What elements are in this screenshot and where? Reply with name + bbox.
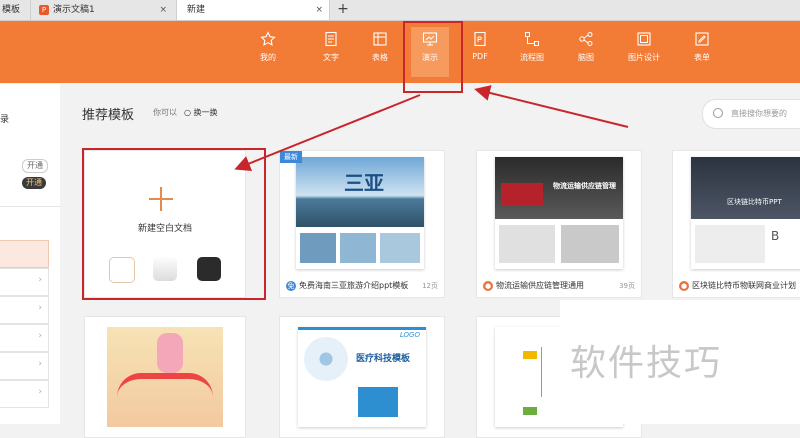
thumbnail-title: 三亚 bbox=[344, 171, 384, 195]
thumbnail-title: 物流运输供应链管理 bbox=[553, 182, 616, 190]
sidebar-item[interactable] bbox=[0, 240, 49, 268]
page-title: 推荐模板 bbox=[82, 108, 135, 123]
chevron-right-icon: › bbox=[38, 275, 42, 285]
annotation-arrow bbox=[474, 85, 629, 128]
tool-mindmap[interactable]: 脑图 bbox=[561, 31, 611, 63]
sidebar-item[interactable]: › bbox=[0, 296, 49, 324]
template-caption: 免免费海南三亚旅游介绍ppt模板 bbox=[286, 280, 408, 291]
watermark: 软件技巧 bbox=[560, 300, 800, 424]
thumbnail-logo: LOGO bbox=[399, 331, 420, 339]
image-design-icon bbox=[637, 32, 651, 46]
activate-badge[interactable]: 开通 bbox=[22, 159, 48, 173]
page-count: 12页 bbox=[422, 282, 438, 290]
close-icon[interactable]: × bbox=[315, 0, 323, 20]
chevron-right-icon: › bbox=[38, 303, 42, 313]
divider bbox=[0, 206, 60, 207]
writer-doc-icon bbox=[325, 31, 337, 47]
refresh-button[interactable]: ○ 换一换 bbox=[184, 107, 218, 118]
thumbnail-title: 医疗科技模板 bbox=[356, 354, 411, 364]
close-icon[interactable]: × bbox=[159, 0, 167, 20]
chevron-right-icon: › bbox=[38, 331, 42, 341]
sidebar-item[interactable]: › bbox=[0, 352, 49, 380]
template-title: 免费海南三亚旅游介绍ppt模板 bbox=[299, 281, 409, 290]
tool-form[interactable]: 表单 bbox=[677, 31, 727, 63]
refresh-label: 换一换 bbox=[193, 108, 218, 117]
tool-label: 流程图 bbox=[520, 53, 544, 62]
tab-bar: 模板 P 演示文稿1 × 新建 × + bbox=[0, 0, 800, 21]
template-thumbnail: LOGO 医疗科技模板 bbox=[298, 327, 426, 427]
template-caption: ● 区块链比特币物联网商业计划 bbox=[679, 280, 796, 291]
tool-label: 我的 bbox=[260, 53, 276, 62]
tool-image-design[interactable]: 图片设计 bbox=[619, 31, 669, 63]
app-type-ribbon: 我的 文字 表格 演示 PDF 流程图 脑图 图片设计 表单 bbox=[0, 21, 800, 83]
page-count: 39页 bbox=[619, 282, 635, 290]
form-icon bbox=[695, 32, 709, 46]
search-icon bbox=[713, 108, 723, 118]
presentation-file-icon: P bbox=[39, 4, 49, 15]
tool-label: 文字 bbox=[323, 53, 339, 62]
tool-spreadsheet[interactable]: 表格 bbox=[355, 31, 405, 63]
thumbnail-title: 区块链比特币PPT bbox=[727, 198, 782, 206]
tab-new[interactable]: 新建 × bbox=[176, 0, 330, 20]
template-card[interactable]: 区块链比特币PPT B ● 区块链比特币物联网商业计划 bbox=[672, 150, 800, 298]
new-tab-button[interactable]: + bbox=[334, 0, 352, 20]
template-card[interactable]: 物流运输供应链管理 ● 物流运输供应链管理通用 39页 bbox=[476, 150, 642, 298]
template-title: 区块链比特币物联网商业计划 bbox=[692, 281, 796, 290]
template-card[interactable]: LOGO 医疗科技模板 bbox=[279, 316, 445, 438]
template-caption: ● 物流运输供应链管理通用 bbox=[483, 280, 584, 291]
sidebar-item[interactable]: › bbox=[0, 268, 49, 296]
free-badge-icon: 免 bbox=[286, 280, 296, 291]
template-type-icon: ● bbox=[483, 280, 493, 291]
tool-label: 图片设计 bbox=[628, 53, 660, 62]
tab-label: 新建 bbox=[187, 5, 206, 15]
tab-templates[interactable]: 模板 bbox=[0, 0, 30, 20]
chevron-right-icon: › bbox=[38, 359, 42, 369]
chevron-right-icon: › bbox=[38, 387, 42, 397]
watermark-text: 软件技巧 bbox=[570, 343, 723, 384]
template-card[interactable]: 三亚 最新 免免费海南三亚旅游介绍ppt模板 12页 bbox=[279, 150, 445, 298]
sidebar-item[interactable]: › bbox=[0, 380, 49, 408]
tool-my[interactable]: 我的 bbox=[243, 31, 293, 63]
template-type-icon: ● bbox=[679, 280, 689, 291]
activate-premium-badge[interactable]: 开通 bbox=[22, 177, 46, 189]
tool-label: 脑图 bbox=[578, 53, 594, 62]
template-thumbnail: 区块链比特币PPT B bbox=[673, 151, 800, 275]
sidebar-partial-label: 录 bbox=[0, 115, 10, 125]
tab-label: 模板 bbox=[2, 5, 21, 15]
pdf-icon bbox=[474, 31, 486, 47]
annotation-highlight-new-doc bbox=[82, 148, 266, 300]
hint-text: 你可以 bbox=[153, 108, 177, 117]
template-thumbnail: 三亚 bbox=[280, 151, 444, 275]
search-placeholder: 直接搜你想要的 bbox=[731, 109, 787, 118]
refresh-icon: ○ bbox=[184, 108, 194, 117]
template-card[interactable] bbox=[84, 316, 246, 438]
flowchart-icon bbox=[525, 32, 539, 46]
tool-flowchart[interactable]: 流程图 bbox=[507, 31, 557, 63]
star-icon bbox=[260, 31, 276, 46]
mindmap-icon bbox=[579, 32, 593, 46]
annotation-highlight-presentation bbox=[403, 21, 463, 93]
new-badge: 最新 bbox=[280, 151, 302, 163]
left-sidebar: 录 开通 开通 › › › › › bbox=[0, 84, 60, 424]
tool-label: 表单 bbox=[694, 53, 710, 62]
spreadsheet-icon bbox=[373, 32, 387, 46]
template-thumbnail bbox=[107, 327, 223, 427]
tool-writer[interactable]: 文字 bbox=[306, 31, 356, 63]
tab-label: 演示文稿1 bbox=[53, 5, 95, 15]
tool-label: 表格 bbox=[372, 53, 388, 62]
template-title: 物流运输供应链管理通用 bbox=[496, 281, 584, 290]
tab-presentation1[interactable]: P 演示文稿1 × bbox=[30, 0, 173, 20]
sidebar-item[interactable]: › bbox=[0, 324, 49, 352]
template-thumbnail: 物流运输供应链管理 bbox=[477, 151, 641, 275]
search-input[interactable]: 直接搜你想要的 bbox=[702, 99, 800, 129]
